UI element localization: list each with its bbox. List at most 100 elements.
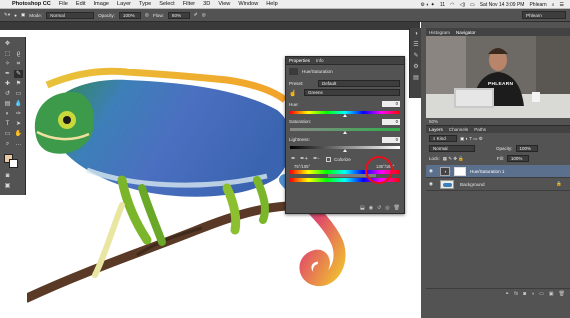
layer-name[interactable]: Background (460, 182, 485, 187)
menu-3d[interactable]: 3D (203, 1, 210, 7)
preset-select[interactable]: Default (318, 80, 400, 87)
mode-select[interactable]: Normal (46, 11, 95, 19)
filter-icons[interactable]: ▣ ◐ T ▭ ⚙ (460, 136, 483, 142)
menu-filter[interactable]: Filter (183, 1, 195, 7)
brush-tool-icon[interactable]: ✎ (14, 70, 23, 78)
list-icon[interactable]: ☰ (560, 2, 564, 8)
targeted-adjustment-icon[interactable]: ☝ (289, 90, 296, 97)
wifi-icon[interactable]: ◠ (450, 2, 454, 8)
brush-panel-icon[interactable]: ▣ (21, 12, 25, 18)
eyedropper-icon[interactable]: ✒ (291, 156, 296, 162)
menu-edit[interactable]: Edit (76, 1, 86, 7)
type-tool-icon[interactable]: T (3, 120, 12, 128)
kind-filter-select[interactable]: ⌕ Kind (429, 135, 457, 142)
add-mask-icon[interactable]: ◙ (523, 291, 526, 297)
marquee-tool-icon[interactable]: ⬚ (3, 50, 12, 58)
channel-select[interactable]: Greens (304, 89, 400, 96)
hand-tool-icon[interactable]: ✋ (14, 130, 23, 138)
colorize-checkbox[interactable] (326, 157, 331, 162)
layer-row-background[interactable]: ◉ Background 🔒 (426, 178, 570, 191)
gradient-tool-icon[interactable]: ▤ (3, 100, 12, 108)
volume-icon[interactable]: ◁) (459, 2, 465, 8)
workspace-select[interactable]: Phlearn (522, 11, 566, 19)
spotlight-icon[interactable]: ⌕ (552, 2, 555, 8)
healing-tool-icon[interactable]: ✚ (3, 80, 12, 88)
menu-view[interactable]: View (218, 1, 230, 7)
user-name[interactable]: Phlearn (529, 2, 546, 8)
status-icons[interactable]: ⚙ ◐ ✦ (420, 2, 434, 8)
dodge-tool-icon[interactable]: ◐ (3, 110, 12, 118)
layer-row-hue-saturation[interactable]: ◉ ◑ · Hue/Saturation 1 (426, 165, 570, 178)
menu-type[interactable]: Type (139, 1, 151, 7)
hue-slider-thumb[interactable] (343, 114, 347, 117)
clone-source-icon[interactable]: ⚙ (411, 63, 421, 72)
delete-layer-icon[interactable]: 🗑 (559, 291, 565, 297)
pen-tool-icon[interactable]: ✑ (14, 110, 23, 118)
tab-channels[interactable]: Channels (449, 127, 468, 132)
layer-opacity-field[interactable]: 100% (515, 145, 538, 152)
tab-layers[interactable]: Layers (429, 127, 443, 132)
eye-icon[interactable]: ◉ (426, 181, 436, 187)
blur-tool-icon[interactable]: 💧 (14, 100, 23, 108)
hue-value-field[interactable]: 0 (382, 101, 400, 107)
lock-icons[interactable]: ▦ ✎ ✥ 🔒 (443, 156, 464, 162)
lightness-slider-thumb[interactable] (343, 149, 347, 152)
brush-preset-icon[interactable]: ● (14, 13, 17, 18)
eyedropper-minus-icon[interactable]: ✒- (313, 156, 319, 162)
pressure-size-icon[interactable]: ◎ (202, 12, 206, 18)
menu-image[interactable]: Image (94, 1, 110, 7)
zoom-tool-icon[interactable]: ⌕ (3, 140, 12, 148)
app-name[interactable]: Photoshop CC (12, 1, 51, 7)
pressure-opacity-icon[interactable]: ◎ (145, 12, 149, 18)
brush-tool-icon[interactable]: ✎▾ (4, 12, 10, 18)
menu-file[interactable]: File (59, 1, 68, 7)
eraser-tool-icon[interactable]: ▭ (14, 90, 23, 98)
tab-histogram[interactable]: Histogram (429, 30, 450, 35)
brush-settings-icon[interactable]: ✎ (411, 52, 421, 61)
crop-tool-icon[interactable]: ⌗ (14, 60, 23, 68)
layer-mask-thumbnail[interactable] (454, 166, 466, 176)
menu-select[interactable]: Select (159, 1, 175, 7)
tab-properties[interactable]: Properties (289, 58, 310, 63)
new-group-icon[interactable]: ▭ (539, 291, 544, 297)
saturation-value-field[interactable]: 0 (382, 119, 400, 125)
flow-field[interactable]: 60% (167, 11, 190, 19)
saturation-slider-thumb[interactable] (343, 131, 347, 134)
menu-layer[interactable]: Layer (117, 1, 131, 7)
delete-icon[interactable]: 🗑 (394, 205, 400, 214)
screen-mode-icon[interactable]: ▣ (3, 182, 12, 190)
blend-mode-select[interactable]: Normal (429, 145, 475, 152)
shape-tool-icon[interactable]: ▭ (3, 130, 12, 138)
battery-icon[interactable]: ▭ (470, 2, 475, 8)
move-tool-icon[interactable]: ✥ (3, 40, 12, 48)
clock[interactable]: Sat Nov 14 3:09 PM (480, 2, 525, 8)
tab-navigator[interactable]: Navigator (456, 30, 476, 35)
background-color-swatch[interactable] (9, 159, 18, 168)
view-previous-icon[interactable]: ◉ (369, 205, 373, 214)
navigator-preview[interactable]: PHLEARN (426, 36, 570, 118)
clip-to-layer-icon[interactable]: ⬓ (360, 205, 365, 214)
link-layers-icon[interactable]: ⚭ (505, 291, 509, 297)
lasso-tool-icon[interactable]: ϱ (14, 50, 23, 58)
eyedropper-tool-icon[interactable]: ✒ (3, 70, 12, 78)
menu-help[interactable]: Help (266, 1, 278, 7)
history-brush-icon[interactable]: ↺ (3, 90, 12, 98)
fx-icon[interactable]: fx (514, 291, 518, 297)
lightness-value-field[interactable]: 0 (382, 137, 400, 143)
airbrush-icon[interactable]: ✐ (194, 12, 198, 18)
new-layer-icon[interactable]: ▣ (549, 291, 554, 297)
fill-field[interactable]: 100% (506, 155, 529, 162)
new-adjustment-icon[interactable]: ◑ (531, 291, 534, 297)
quick-select-tool-icon[interactable]: ✧ (3, 60, 12, 68)
history-icon[interactable]: ▤ (411, 74, 421, 83)
layer-name[interactable]: Hue/Saturation 1 (470, 169, 504, 174)
eyedropper-plus-icon[interactable]: ✒+ (300, 156, 308, 162)
properties-icon[interactable]: ☰ (411, 41, 421, 50)
navigator-zoom[interactable]: 50% (426, 118, 570, 125)
path-select-tool-icon[interactable]: ➤ (14, 120, 23, 128)
visibility-icon[interactable]: ◎ (385, 205, 389, 214)
adjustments-icon[interactable]: ◑ (411, 30, 421, 39)
quick-mask-icon[interactable]: ◙ (3, 172, 12, 180)
stamp-tool-icon[interactable]: ⚑ (14, 80, 23, 88)
menu-window[interactable]: Window (238, 1, 258, 7)
